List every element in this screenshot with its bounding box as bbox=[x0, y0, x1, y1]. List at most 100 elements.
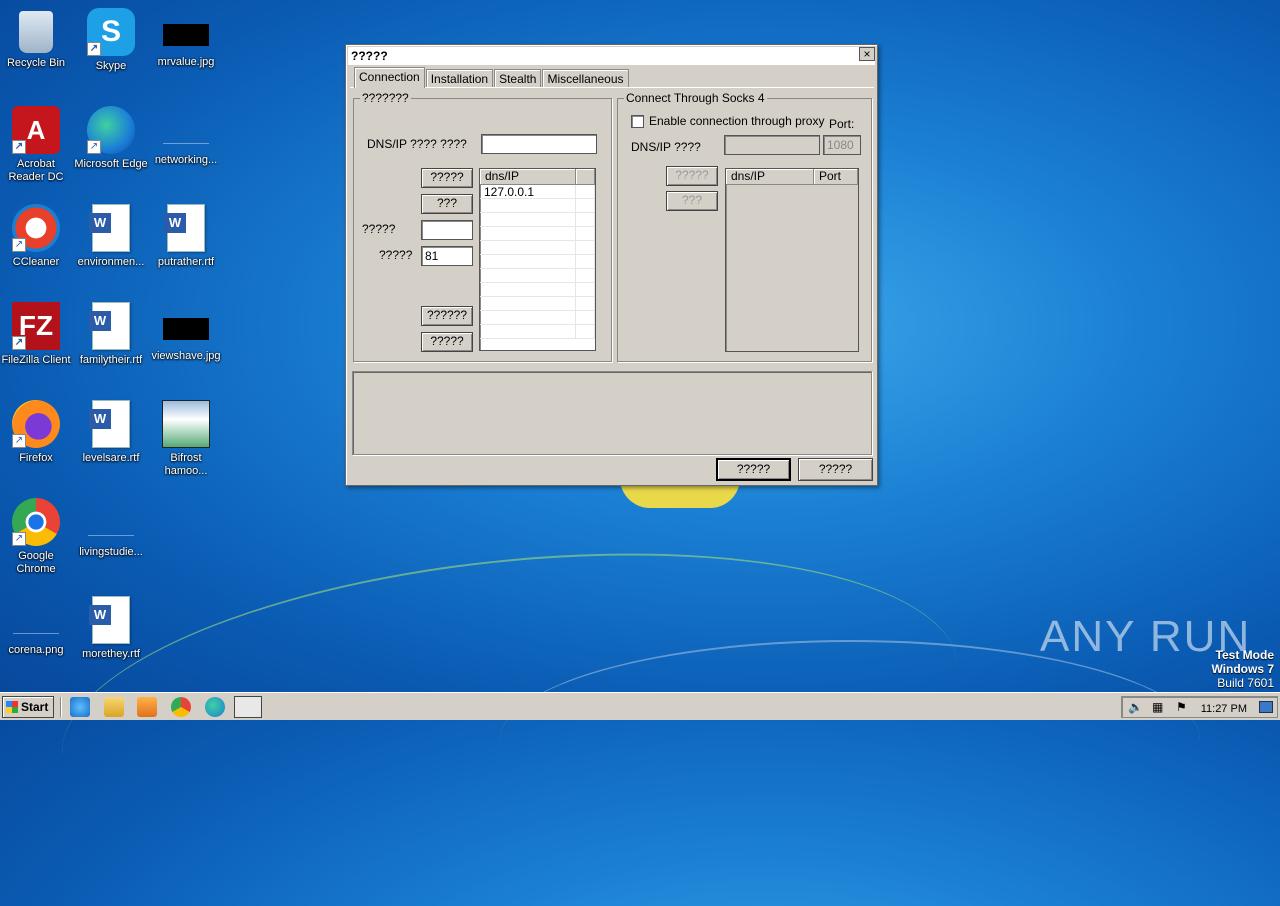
desktop-icon-skype[interactable]: S ↗ Skype bbox=[73, 8, 149, 73]
desktop-icon-firefox[interactable]: ↗ Firefox bbox=[0, 400, 74, 465]
desktop-icon-label: Recycle Bin bbox=[6, 57, 66, 69]
desktop-icon-label: livingstudie... bbox=[79, 546, 143, 558]
desktop-icon-filezilla[interactable]: FZ ↗ FileZilla Client bbox=[0, 302, 74, 367]
explorer-icon[interactable] bbox=[104, 697, 124, 717]
tab-installation[interactable]: Installation bbox=[425, 69, 494, 88]
proxy-list-header-dns[interactable]: dns/IP bbox=[726, 169, 814, 184]
desktop-icon-levelsare[interactable]: levelsare.rtf bbox=[73, 400, 149, 465]
list-header-blank bbox=[576, 169, 595, 184]
list-item bbox=[480, 297, 595, 311]
proxy-add-button[interactable]: ????? bbox=[666, 166, 718, 186]
list-cell bbox=[576, 311, 595, 324]
start-label: Start bbox=[21, 700, 49, 714]
show-desktop-icon[interactable] bbox=[1259, 701, 1273, 713]
dns-ip-label: DNS/IP ???? ???? bbox=[367, 137, 467, 151]
word-doc-icon bbox=[89, 400, 130, 448]
desktop-icon-morethey[interactable]: morethey.rtf bbox=[73, 596, 149, 661]
network-icon[interactable]: ▦ bbox=[1152, 700, 1163, 714]
filezilla-icon: FZ ↗ bbox=[12, 302, 60, 350]
desktop-icon-corena[interactable]: corena.png bbox=[0, 596, 74, 657]
image-file-icon bbox=[163, 24, 209, 46]
windows-logo-icon bbox=[6, 701, 18, 713]
edge-taskbar-icon[interactable] bbox=[205, 697, 225, 717]
list-item bbox=[480, 283, 595, 297]
list-cell bbox=[576, 185, 595, 198]
desktop-icon-environmen[interactable]: environmen... bbox=[73, 204, 149, 269]
tab-miscellaneous[interactable]: Miscellaneous bbox=[542, 69, 629, 88]
test-mode-notice: Test Mode Windows 7 Build 7601 bbox=[1211, 648, 1274, 690]
proxy-dns-input[interactable] bbox=[724, 135, 820, 155]
field1-input[interactable] bbox=[421, 220, 473, 240]
remove-button[interactable]: ??? bbox=[421, 194, 473, 214]
taskbar: Start 🔈 ▦ ⚑ 11:27 PM bbox=[0, 692, 1280, 720]
close-button[interactable]: × bbox=[859, 47, 875, 61]
build-line: Build 7601 bbox=[1217, 676, 1274, 690]
desktop-icon-label: familytheir.rtf bbox=[79, 354, 143, 366]
desktop-icon-mrvalue[interactable]: mrvalue.jpg bbox=[148, 8, 224, 69]
media-player-icon[interactable] bbox=[137, 697, 157, 717]
add-button[interactable]: ????? bbox=[421, 168, 473, 188]
clock[interactable]: 11:27 PM bbox=[1201, 703, 1247, 715]
button-a[interactable]: ?????? bbox=[421, 306, 473, 326]
proxy-dns-label: DNS/IP ???? bbox=[631, 140, 701, 154]
list-item bbox=[480, 227, 595, 241]
desktop-icon-acrobat[interactable]: A ↗ Acrobat Reader DC bbox=[0, 106, 74, 184]
dns-list[interactable]: dns/IP 127.0.0.1 bbox=[479, 168, 596, 351]
ie-icon[interactable] bbox=[70, 697, 90, 717]
list-cell bbox=[576, 227, 595, 240]
proxy-remove-button[interactable]: ??? bbox=[666, 191, 718, 211]
desktop-icon-ccleaner[interactable]: ↗ CCleaner bbox=[0, 204, 74, 269]
cancel-button[interactable]: ????? bbox=[798, 458, 873, 481]
list-item[interactable]: 127.0.0.1 bbox=[480, 185, 595, 199]
left-group-title: ??????? bbox=[360, 91, 411, 105]
enable-proxy-label: Enable connection through proxy bbox=[649, 114, 825, 128]
field1-label: ????? bbox=[362, 222, 396, 236]
tab-connection[interactable]: Connection bbox=[354, 67, 425, 88]
config-dialog: ????? × Connection Installation Stealth … bbox=[345, 44, 878, 486]
dns-ip-input[interactable] bbox=[481, 134, 597, 154]
desktop-icon-recycle-bin[interactable]: Recycle Bin bbox=[0, 8, 74, 70]
enable-proxy-checkbox[interactable] bbox=[631, 115, 644, 128]
recycle-bin-icon bbox=[19, 11, 53, 53]
list-cell bbox=[576, 213, 595, 226]
wallpaper-swoosh bbox=[500, 640, 1200, 840]
dialog-titlebar[interactable]: ????? bbox=[348, 47, 875, 65]
proxy-port-input[interactable] bbox=[823, 135, 861, 155]
list-item bbox=[480, 269, 595, 283]
desktop-icon-networking[interactable]: networking... bbox=[148, 106, 224, 167]
desktop-icon-familytheir[interactable]: familytheir.rtf bbox=[73, 302, 149, 367]
desktop-icon-label: viewshave.jpg bbox=[151, 350, 221, 362]
port-input[interactable] bbox=[421, 246, 473, 266]
ccleaner-icon: ↗ bbox=[12, 204, 60, 252]
speaker-icon[interactable]: 🔈 bbox=[1128, 700, 1143, 714]
list-cell bbox=[576, 325, 595, 338]
list-header-dns[interactable]: dns/IP bbox=[480, 169, 576, 184]
proxy-list-header-port[interactable]: Port bbox=[814, 169, 858, 184]
tab-stealth[interactable]: Stealth bbox=[494, 69, 542, 88]
system-tray: 🔈 ▦ ⚑ 11:27 PM bbox=[1121, 696, 1278, 718]
desktop-icon-putrather[interactable]: putrather.rtf bbox=[148, 204, 224, 269]
start-button[interactable]: Start bbox=[2, 696, 54, 718]
desktop-icon-label: morethey.rtf bbox=[82, 648, 140, 660]
desktop-icon-viewshave[interactable]: viewshave.jpg bbox=[148, 302, 224, 363]
bifrost-icon bbox=[162, 400, 210, 448]
list-cell bbox=[480, 213, 576, 226]
flag-icon[interactable]: ⚑ bbox=[1176, 700, 1187, 714]
list-item bbox=[480, 241, 595, 255]
desktop-icon-edge[interactable]: ↗ Microsoft Edge bbox=[73, 106, 149, 171]
bifrost-taskbar-button[interactable] bbox=[234, 696, 262, 718]
list-item bbox=[480, 311, 595, 325]
chrome-taskbar-icon[interactable] bbox=[171, 697, 191, 717]
desktop-icon-livingstudie[interactable]: livingstudie... bbox=[73, 498, 149, 559]
ok-button[interactable]: ????? bbox=[716, 458, 791, 481]
list-item bbox=[480, 213, 595, 227]
list-item bbox=[480, 199, 595, 213]
button-b[interactable]: ????? bbox=[421, 332, 473, 352]
word-doc-icon bbox=[89, 204, 130, 252]
windows-version-line: Windows 7 bbox=[1211, 662, 1274, 676]
proxy-list[interactable]: dns/IP Port bbox=[725, 168, 859, 352]
list-cell bbox=[480, 227, 576, 240]
list-cell bbox=[576, 269, 595, 282]
desktop-icon-chrome[interactable]: ↗ Google Chrome bbox=[0, 498, 74, 576]
desktop-icon-bifrost[interactable]: Bifrost hamoo... bbox=[148, 400, 224, 478]
